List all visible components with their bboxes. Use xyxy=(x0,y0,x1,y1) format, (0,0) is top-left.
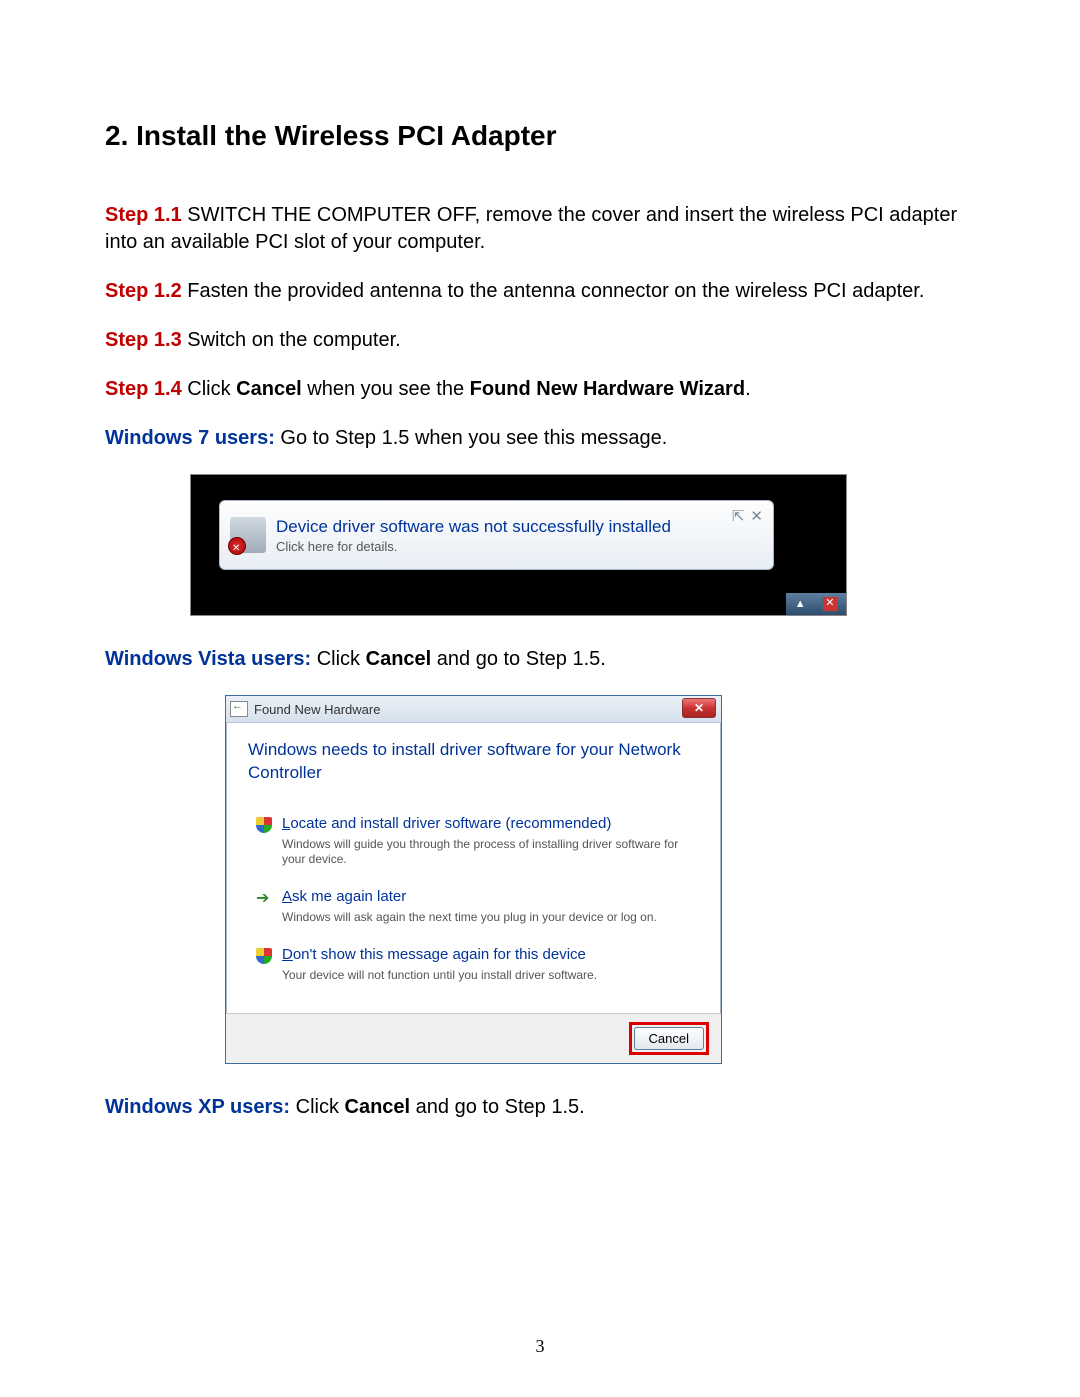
step-label: Step 1.4 xyxy=(105,378,182,400)
balloon-tool-icon[interactable]: ⇱ xyxy=(732,507,745,525)
option-dont-show[interactable]: Don't show this message again for this d… xyxy=(256,946,699,984)
xp-bold: Cancel xyxy=(345,1096,411,1118)
hardware-icon xyxy=(230,701,248,717)
step-text: Click xyxy=(182,378,236,400)
shield-icon xyxy=(256,817,272,833)
system-tray: ▲ xyxy=(786,593,846,615)
device-error-icon xyxy=(230,517,266,553)
xp-text: Click xyxy=(290,1096,344,1118)
notification-balloon[interactable]: Device driver software was not successfu… xyxy=(219,500,774,570)
option-title: Ask me again later xyxy=(282,888,406,905)
step-text: when you see the xyxy=(302,378,470,400)
cancel-button[interactable]: Cancel xyxy=(634,1027,704,1050)
option-title: Locate and install driver software (reco… xyxy=(282,815,611,832)
dialog-heading: Windows needs to install driver software… xyxy=(248,739,699,785)
step-text: . xyxy=(745,378,751,400)
vista-label: Windows Vista users: xyxy=(105,648,311,670)
step-1-4: Step 1.4 Click Cancel when you see the F… xyxy=(105,376,975,403)
step-text: Fasten the provided antenna to the anten… xyxy=(182,280,925,302)
win7-label: Windows 7 users: xyxy=(105,427,275,449)
dialog-titlebar: Found New Hardware ✕ xyxy=(226,696,721,723)
win7-text: Go to Step 1.5 when you see this message… xyxy=(275,427,667,449)
vista-text: and go to Step 1.5. xyxy=(431,648,606,670)
vista-note: Windows Vista users: Click Cancel and go… xyxy=(105,646,975,673)
step-text: Switch on the computer. xyxy=(182,329,401,351)
close-button[interactable]: ✕ xyxy=(682,698,716,718)
step-label: Step 1.1 xyxy=(105,204,182,226)
dialog-footer: Cancel xyxy=(226,1013,721,1063)
xp-label: Windows XP users: xyxy=(105,1096,290,1118)
step-1-2: Step 1.2 Fasten the provided antenna to … xyxy=(105,278,975,305)
win7-screenshot: Device driver software was not successfu… xyxy=(190,474,847,616)
balloon-subtitle: Click here for details. xyxy=(276,539,732,554)
option-desc: Windows will guide you through the proce… xyxy=(282,837,699,868)
cancel-highlight: Cancel xyxy=(629,1022,709,1055)
xp-note: Windows XP users: Click Cancel and go to… xyxy=(105,1094,975,1121)
step-1-1: Step 1.1 SWITCH THE COMPUTER OFF, remove… xyxy=(105,202,975,256)
step-text: SWITCH THE COMPUTER OFF, remove the cove… xyxy=(105,204,957,253)
option-ask-later[interactable]: Ask me again later Windows will ask agai… xyxy=(256,888,699,926)
page-number: 3 xyxy=(536,1336,545,1357)
dialog-title: Found New Hardware xyxy=(254,702,380,717)
tray-error-icon[interactable] xyxy=(823,597,837,611)
xp-text: and go to Step 1.5. xyxy=(410,1096,585,1118)
step-label: Step 1.3 xyxy=(105,329,182,351)
option-locate-install[interactable]: Locate and install driver software (reco… xyxy=(256,815,699,868)
step-bold: Cancel xyxy=(236,378,302,400)
shield-icon xyxy=(256,948,272,964)
option-desc: Windows will ask again the next time you… xyxy=(282,910,699,926)
arrow-icon xyxy=(256,890,272,906)
option-desc: Your device will not function until you … xyxy=(282,968,699,984)
win7-note: Windows 7 users: Go to Step 1.5 when you… xyxy=(105,425,975,452)
step-bold: Found New Hardware Wizard xyxy=(470,378,745,400)
section-heading: 2. Install the Wireless PCI Adapter xyxy=(105,120,975,152)
vista-bold: Cancel xyxy=(366,648,432,670)
vista-dialog: Found New Hardware ✕ Windows needs to in… xyxy=(225,695,722,1064)
tray-arrow-icon[interactable]: ▲ xyxy=(795,598,806,610)
vista-text: Click xyxy=(311,648,365,670)
option-title: Don't show this message again for this d… xyxy=(282,946,586,963)
step-label: Step 1.2 xyxy=(105,280,182,302)
balloon-title: Device driver software was not successfu… xyxy=(276,517,732,537)
balloon-close-icon[interactable]: ✕ xyxy=(750,507,763,525)
step-1-3: Step 1.3 Switch on the computer. xyxy=(105,327,975,354)
